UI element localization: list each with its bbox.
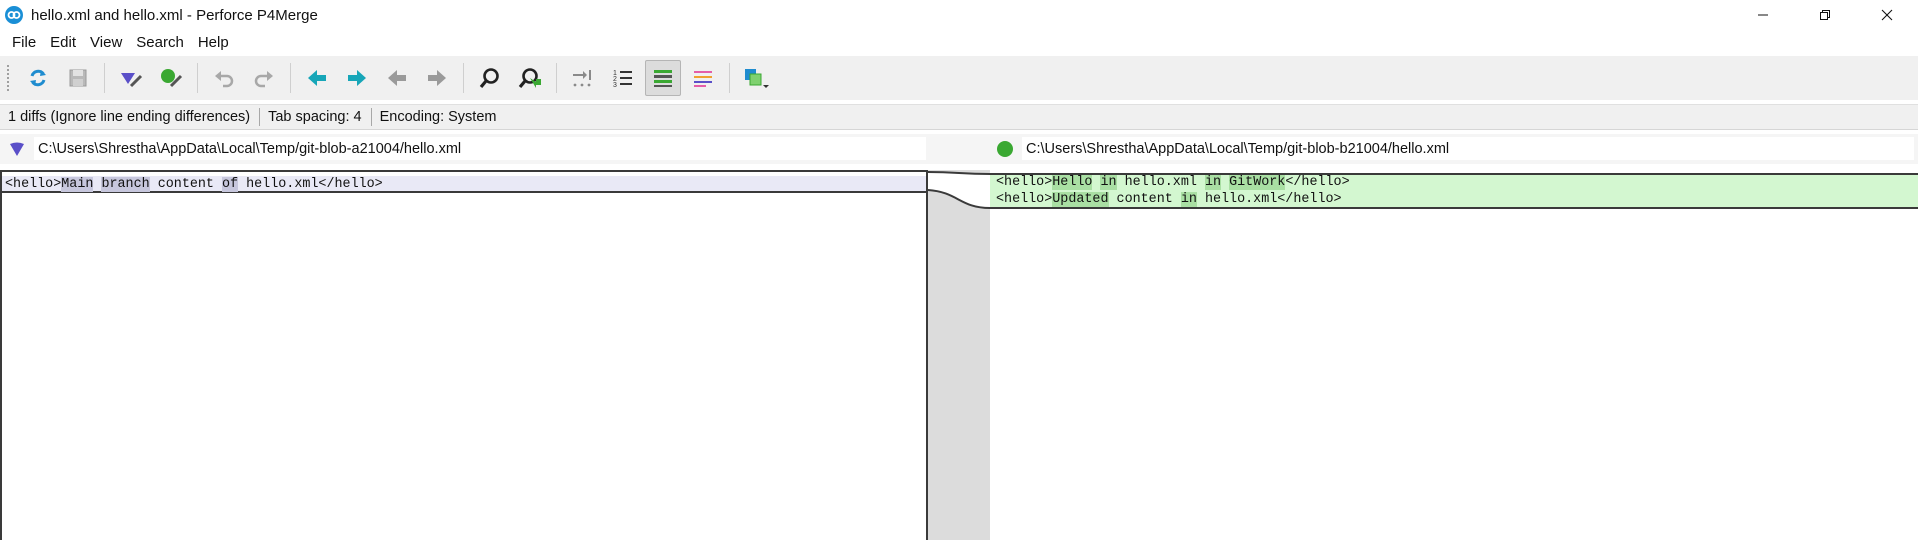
minimize-button[interactable] [1732,0,1794,30]
left-line-text: hello.xml</hello> [238,177,383,192]
diff-connector-gutter [927,170,991,540]
menu-file[interactable]: File [6,34,44,51]
next-change-button[interactable] [419,60,455,96]
left-changed-word: Main [61,177,94,192]
edit-left-button[interactable] [113,60,149,96]
right-line-text: </hello> [1285,175,1350,190]
right-changed-word: GitWork [1229,175,1286,190]
undo-icon [215,71,234,88]
toolbar-separator [104,63,105,93]
left-line-text: <hello> [5,177,62,192]
diff-count: 1 diffs (Ignore line ending differences) [8,109,251,125]
left-diff-pane[interactable]: <hello>Main branch content of hello.xml<… [0,170,928,540]
diff-view-icon [654,70,672,87]
previous-change-button[interactable] [379,60,415,96]
find-icon [479,68,499,89]
menu-edit[interactable]: Edit [44,34,84,51]
toolbar-separator [197,63,198,93]
tab-spacing[interactable]: Tab spacing: 4 [260,109,371,125]
right-file-header: C:\Users\Shrestha\AppData\Local\Temp/git… [988,137,1914,160]
right-line-text: hello.xml [1116,175,1205,190]
inline-view-icon [694,71,712,87]
restore-icon [1820,10,1830,20]
go-to-icon [518,68,541,89]
menu-search[interactable]: Search [130,34,192,51]
p4merge-app-icon [5,6,23,24]
toolbar-separator [556,63,557,93]
right-diff-pane[interactable]: <hello>Hello in hello.xml in GitWork</he… [990,170,1918,540]
edit-left-icon [121,73,143,88]
diff-connector [927,171,991,209]
next-diff-button[interactable] [339,60,375,96]
layout-button[interactable] [738,60,774,96]
minimize-icon [1758,14,1768,16]
encoding[interactable]: Encoding: System [372,109,506,125]
refresh-icon [30,69,46,87]
toolbar-separator [290,63,291,93]
info-bar: 1 diffs (Ignore line ending differences)… [0,104,1918,130]
right-changed-word: Updated [1052,192,1109,207]
left-diff-line: <hello>Main branch content of hello.xml<… [5,176,926,193]
previous-change-icon [388,70,406,86]
right-changed-word: in [1204,175,1222,190]
right-changed-word: in [1100,175,1117,190]
diff-view-button[interactable] [645,60,681,96]
title-bar: hello.xml and hello.xml - Perforce P4Mer… [0,0,1918,30]
save-icon [69,69,87,87]
go-to-button[interactable] [512,60,548,96]
right-diff-line: <hello>Updated content in hello.xml</hel… [996,191,1918,208]
file-path-row: C:\Users\Shrestha\AppData\Local\Temp/git… [0,134,1918,164]
menu-help[interactable]: Help [192,34,237,51]
right-changed-word: in [1180,192,1197,207]
toolbar-separator [463,63,464,93]
layout-icon [745,69,769,88]
right-line-text: content [1108,192,1181,207]
right-added-block[interactable]: <hello>Hello in hello.xml in GitWork</he… [990,174,1918,208]
line-numbers-button[interactable]: 1 2 3 [605,60,641,96]
previous-diff-icon [308,70,326,86]
refresh-button[interactable] [20,60,56,96]
edit-right-button[interactable] [153,60,189,96]
redo-button[interactable] [246,60,282,96]
toolbar-separator [729,63,730,93]
redo-icon [254,71,273,88]
left-file-marker-icon [10,142,24,156]
right-file-marker-icon [997,140,1013,157]
toolbar-grip[interactable] [6,64,10,92]
menu-bar: File Edit View Search Help [0,30,1918,54]
toolbar: 1 2 3 [0,56,1918,100]
next-diff-icon [348,70,366,86]
window-title: hello.xml and hello.xml - Perforce P4Mer… [31,6,318,24]
right-changed-word: Hello [1052,175,1093,190]
right-diff-line: <hello>Hello in hello.xml in GitWork</he… [996,174,1918,191]
next-change-icon [428,70,446,86]
right-file-path: C:\Users\Shrestha\AppData\Local\Temp/git… [1022,137,1914,160]
previous-diff-button[interactable] [299,60,335,96]
right-line-text: <hello> [996,192,1053,207]
show-whitespace-icon [573,70,591,87]
edit-right-icon [161,69,183,88]
close-icon [1881,9,1893,21]
svg-text:3: 3 [613,82,617,89]
show-whitespace-button[interactable] [565,60,601,96]
line-numbers-icon: 1 2 3 [613,70,632,89]
close-button[interactable] [1856,0,1918,30]
left-changed-word: branch [101,177,150,192]
left-changed-block[interactable]: <hello>Main branch content of hello.xml<… [2,176,926,193]
save-button[interactable] [60,60,96,96]
restore-button[interactable] [1794,0,1856,30]
left-file-path: C:\Users\Shrestha\AppData\Local\Temp/git… [34,137,926,160]
right-line-text: <hello> [996,175,1053,190]
left-line-text: content [149,177,222,192]
right-line-text [1221,175,1229,190]
find-button[interactable] [472,60,508,96]
left-changed-word: of [222,177,239,192]
menu-view[interactable]: View [84,34,130,51]
undo-button[interactable] [206,60,242,96]
left-file-header: C:\Users\Shrestha\AppData\Local\Temp/git… [0,137,926,160]
inline-view-button[interactable] [685,60,721,96]
right-line-text: hello.xml</hello> [1196,192,1342,207]
